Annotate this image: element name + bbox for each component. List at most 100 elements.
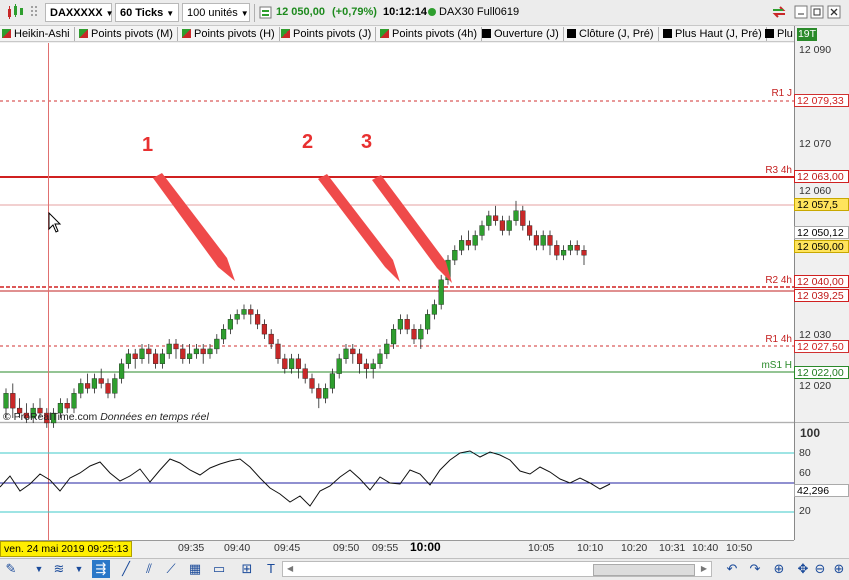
oscillator-pane-bg: [0, 424, 794, 540]
price-tag-r1j: 12 079,33: [794, 94, 849, 107]
chevron-down-icon[interactable]: ▼: [70, 560, 88, 578]
level-name-r2-4h: R2 4h: [765, 275, 792, 286]
arrow-2: [318, 174, 400, 282]
indicator-pivots-h[interactable]: Points pivots (H): [182, 27, 280, 41]
candle-up: [112, 378, 118, 394]
pivot-color-icon: [281, 29, 290, 38]
color-swatch-icon: [482, 29, 491, 38]
candle-down: [547, 235, 553, 246]
indicator-heikin-ashi[interactable]: Heikin-Ashi: [2, 27, 75, 41]
share-icon[interactable]: ⇶: [92, 560, 110, 578]
color-swatch-icon: [765, 29, 774, 38]
candle-up: [431, 304, 438, 315]
maximize-icon[interactable]: [810, 3, 824, 22]
y-axis-label: 12 070: [799, 138, 832, 150]
candle-up: [418, 328, 424, 340]
candle-up: [391, 328, 397, 345]
zoom-out-icon[interactable]: ⊖: [811, 560, 829, 578]
indicator-pivots-j[interactable]: Points pivots (J): [281, 27, 377, 41]
annotation-3: 3: [361, 131, 373, 153]
channel-tool-icon[interactable]: ⫽: [140, 560, 158, 578]
candle-up: [214, 338, 220, 350]
time-label: 10:05: [528, 542, 555, 554]
indicator-pivots-m[interactable]: Points pivots (M): [79, 27, 178, 41]
indicator-pivots-4h[interactable]: Points pivots (4h): [380, 27, 482, 41]
indicator-icon[interactable]: ≋: [50, 560, 68, 578]
minimize-icon[interactable]: [794, 3, 808, 22]
scroll-right-icon[interactable]: ▶: [701, 564, 707, 573]
candle-up: [513, 210, 519, 221]
watermark: © ProRealTime.com Données en temps réel: [3, 411, 209, 423]
candle-down: [527, 225, 533, 236]
rect-tool-icon[interactable]: ▭: [210, 560, 228, 578]
chart-type-icon[interactable]: [5, 3, 25, 22]
candle-down: [180, 348, 186, 359]
zoom-fit-icon[interactable]: ⊕: [770, 560, 788, 578]
candle-up: [445, 259, 451, 281]
ticks-select[interactable]: 60 Ticks ▼: [115, 3, 179, 22]
indicator-more[interactable]: Plu: [765, 27, 795, 41]
units-select[interactable]: 100 unités ▼: [182, 3, 250, 22]
candle-up: [166, 343, 172, 355]
candle-up: [3, 393, 9, 409]
indicator-open-j[interactable]: Ouverture (J): [482, 27, 564, 41]
zoom-pan-icon[interactable]: ✥: [794, 560, 812, 578]
order-ticket-icon[interactable]: [259, 3, 273, 22]
candle-down: [520, 210, 526, 226]
horizontal-scrollbar[interactable]: ◀ ▶: [282, 561, 712, 577]
redo-icon[interactable]: ↷: [746, 560, 764, 578]
last-price: 12 050,00: [276, 6, 325, 18]
candle-down: [499, 220, 506, 231]
time-label: 09:35: [178, 542, 205, 554]
sync-arrows-icon[interactable]: [770, 3, 788, 22]
candle-up: [561, 250, 567, 256]
indicator-high-prev[interactable]: Plus Haut (J, Pré): [663, 27, 767, 41]
candle-up: [438, 279, 444, 305]
candle-up: [207, 348, 213, 355]
pencil-icon[interactable]: ✎: [2, 560, 20, 578]
scroll-left-icon[interactable]: ◀: [287, 564, 293, 573]
candle-down: [146, 348, 152, 355]
symbol-select[interactable]: DAXXXXX ▼: [45, 3, 114, 22]
undo-icon[interactable]: ↶: [723, 560, 741, 578]
candle-up: [384, 343, 390, 355]
arrow-3: [372, 175, 452, 283]
indicator-close-prev[interactable]: Clôture (J, Pré): [567, 27, 659, 41]
color-swatch-icon: [567, 29, 576, 38]
text-tool-icon[interactable]: T: [262, 560, 280, 578]
measure-tool-icon[interactable]: ⊞: [238, 560, 256, 578]
osc-axis-label: 100: [800, 426, 821, 440]
time-label: 10:20: [621, 542, 648, 554]
osc-axis-label: 80: [799, 447, 811, 459]
line-tool-icon[interactable]: ╱: [117, 560, 135, 578]
candle-up: [234, 314, 240, 320]
price-tag-high-prev: 12 039,25: [794, 289, 849, 302]
tick-counter-badge: 19T: [797, 28, 817, 41]
price-change: (+0,79%): [332, 6, 377, 18]
candle-down: [10, 393, 16, 409]
toolbar-grip-icon: [30, 3, 38, 22]
candle-up: [425, 314, 431, 330]
candle-up: [139, 348, 145, 359]
candle-up: [567, 245, 574, 251]
candle-up: [459, 240, 465, 251]
chevron-down-icon[interactable]: ▼: [30, 560, 48, 578]
candle-up: [118, 363, 125, 379]
main-toolbar: DAXXXXX ▼ 60 Ticks ▼ 100 unités ▼ 12 050,00…: [0, 0, 849, 26]
trend-tool-icon[interactable]: ⟋: [162, 560, 180, 578]
scrollbar-thumb[interactable]: [593, 564, 695, 576]
candle-down: [302, 368, 308, 379]
price-chart: [0, 26, 849, 541]
time-label: 09:45: [274, 542, 301, 554]
annotation-arrows: [153, 173, 452, 283]
chevron-down-icon: ▼: [166, 9, 175, 18]
close-icon[interactable]: [827, 3, 841, 22]
market-open-icon: [427, 3, 437, 22]
candle-down: [132, 353, 138, 359]
candle-up: [125, 353, 132, 364]
candle-up: [336, 358, 342, 374]
grid-tool-icon[interactable]: ▦: [186, 560, 204, 578]
zoom-in-icon[interactable]: ⊕: [830, 560, 848, 578]
candle-up: [71, 393, 77, 409]
candle-down: [295, 358, 302, 369]
